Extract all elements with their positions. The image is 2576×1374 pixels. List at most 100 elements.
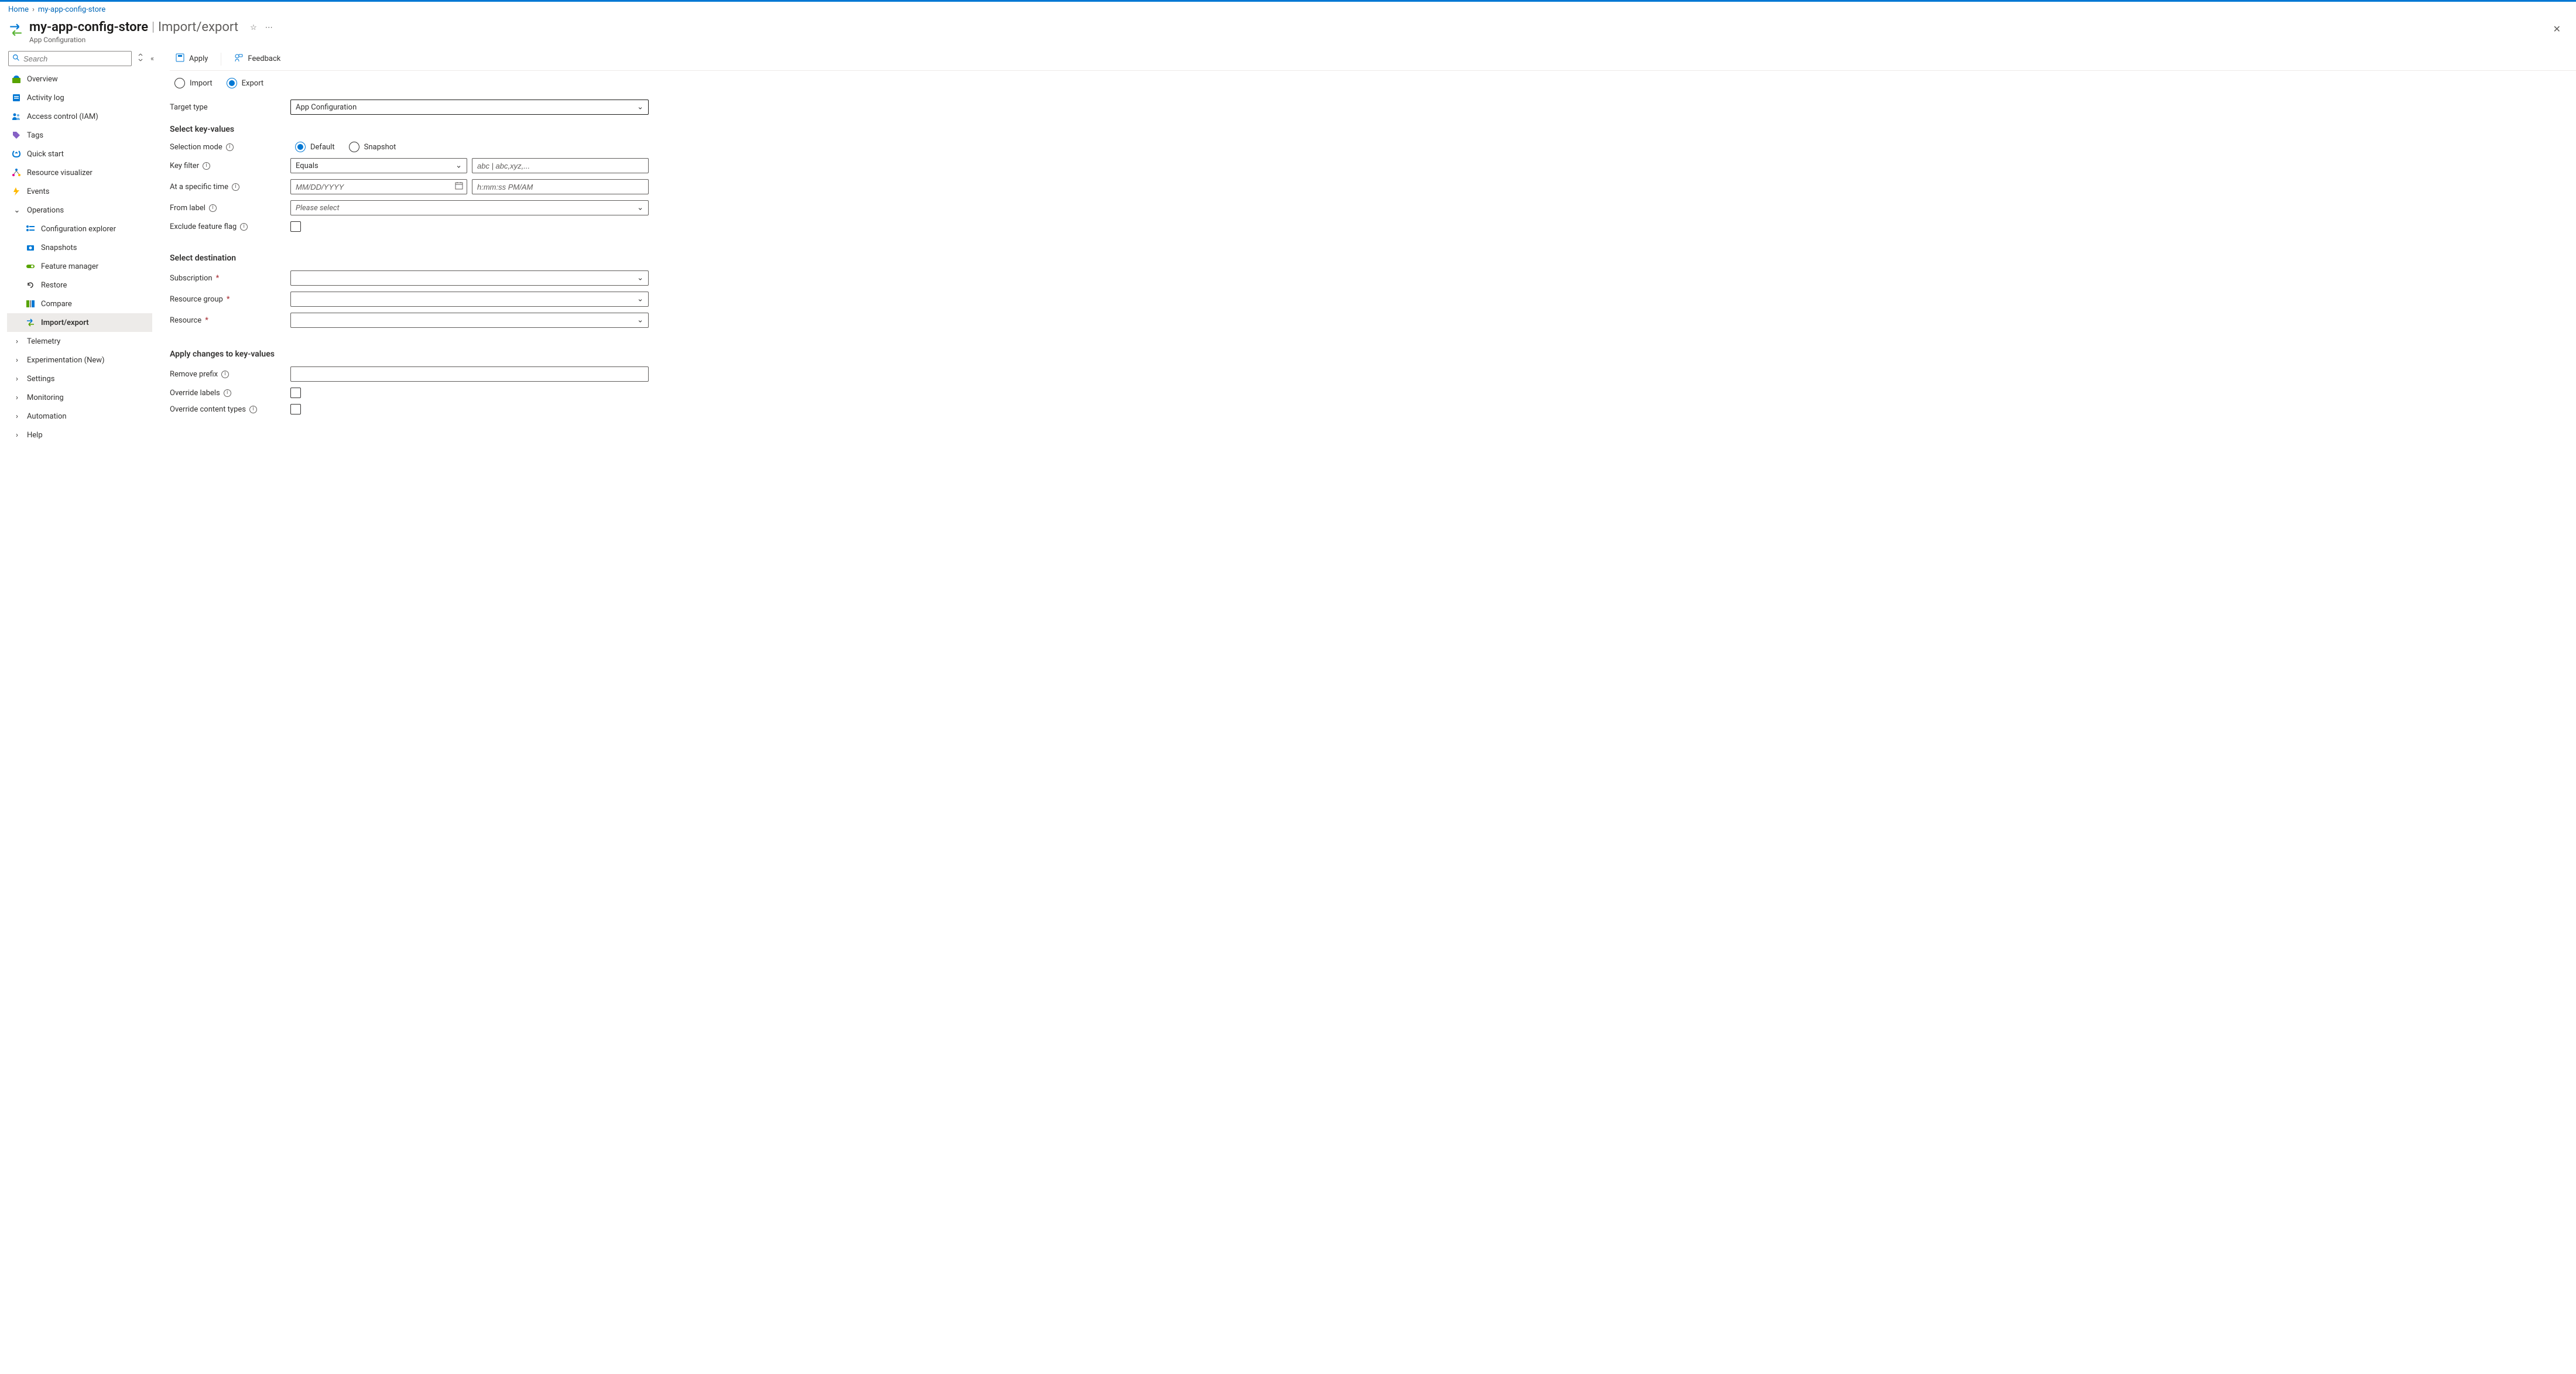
- selection-snapshot-label: Snapshot: [364, 143, 396, 152]
- info-icon[interactable]: i: [224, 389, 231, 397]
- override-ct-label: Override content typesi: [170, 405, 290, 414]
- info-icon[interactable]: i: [240, 223, 248, 231]
- favorite-star-icon[interactable]: ☆: [250, 23, 257, 32]
- override-labels-label: Override labelsi: [170, 389, 290, 398]
- more-actions-icon[interactable]: ⋯: [265, 23, 274, 32]
- nav-label: Settings: [27, 375, 148, 383]
- calendar-icon[interactable]: [455, 181, 463, 192]
- nav-overview[interactable]: Overview: [7, 70, 152, 88]
- nav-compare[interactable]: Compare: [7, 294, 152, 313]
- nav-telemetry[interactable]: › Telemetry: [7, 332, 152, 351]
- key-filter-input[interactable]: [472, 158, 649, 173]
- nav-import-export[interactable]: Import/export: [7, 313, 152, 332]
- nav-activity-log[interactable]: Activity log: [7, 88, 152, 107]
- resource-select[interactable]: ⌄: [290, 313, 649, 328]
- apply-button[interactable]: Apply: [173, 52, 210, 66]
- nav-settings[interactable]: › Settings: [7, 369, 152, 388]
- feedback-icon: [234, 53, 243, 64]
- exclude-ff-checkbox[interactable]: [290, 221, 301, 232]
- nav-label: Events: [27, 187, 148, 196]
- export-radio[interactable]: Export: [227, 78, 264, 88]
- time-text[interactable]: [477, 183, 632, 191]
- sidebar-search[interactable]: [8, 51, 132, 66]
- nav-iam[interactable]: Access control (IAM): [7, 107, 152, 126]
- import-export-toggle: Import Export: [170, 71, 2576, 97]
- info-icon[interactable]: i: [203, 162, 210, 170]
- import-label: Import: [190, 79, 213, 88]
- from-label-label: From labeli: [170, 204, 290, 213]
- remove-prefix-input[interactable]: [290, 366, 649, 382]
- nav-automation[interactable]: › Automation: [7, 407, 152, 426]
- chevron-right-icon: ›: [13, 412, 21, 421]
- subscription-select[interactable]: ⌄: [290, 270, 649, 286]
- date-text[interactable]: [296, 183, 450, 191]
- import-radio[interactable]: Import: [174, 78, 213, 88]
- nav-label: Experimentation (New): [27, 356, 148, 365]
- nav-label: Restore: [41, 281, 148, 290]
- info-icon[interactable]: i: [226, 143, 234, 151]
- resource-visualizer-icon: [12, 168, 21, 177]
- target-type-value: App Configuration: [296, 103, 357, 112]
- nav-restore[interactable]: Restore: [7, 276, 152, 294]
- chevron-right-icon: ›: [32, 5, 35, 14]
- nav-config-explorer[interactable]: Configuration explorer: [7, 220, 152, 238]
- breadcrumb-home[interactable]: Home: [8, 5, 29, 14]
- nav-tags[interactable]: Tags: [7, 126, 152, 145]
- remove-prefix-label: Remove prefixi: [170, 370, 290, 379]
- info-icon[interactable]: i: [232, 183, 239, 191]
- nav-events[interactable]: Events: [7, 182, 152, 201]
- nav-operations[interactable]: ⌄ Operations: [7, 201, 152, 220]
- apply-label: Apply: [189, 54, 208, 63]
- nav-label: Quick start: [27, 150, 148, 159]
- resource-label: Resource *: [170, 316, 290, 325]
- page-header: my-app-config-store | Import/export App …: [0, 18, 2576, 49]
- nav-label: Tags: [27, 131, 148, 140]
- remove-prefix-text[interactable]: [296, 370, 632, 379]
- key-filter-value: Equals: [296, 162, 318, 170]
- from-label-placeholder: Please select: [296, 204, 340, 213]
- breadcrumb: Home › my-app-config-store: [0, 2, 2576, 18]
- override-labels-checkbox[interactable]: [290, 388, 301, 398]
- close-button[interactable]: ✕: [2546, 20, 2568, 38]
- nav-label: Compare: [41, 300, 148, 309]
- target-type-select[interactable]: App Configuration ⌄: [290, 100, 649, 115]
- resource-group-select[interactable]: ⌄: [290, 292, 649, 307]
- info-icon[interactable]: i: [221, 371, 229, 378]
- date-input[interactable]: [290, 179, 467, 194]
- chevron-right-icon: ›: [13, 337, 21, 346]
- sidebar-search-input[interactable]: [23, 54, 128, 63]
- info-icon[interactable]: i: [209, 204, 217, 212]
- snapshots-icon: [26, 243, 35, 252]
- expand-collapse-icon[interactable]: [136, 52, 145, 65]
- nav-help[interactable]: › Help: [7, 426, 152, 444]
- nav-label: Activity log: [27, 94, 148, 102]
- nav-quick-start[interactable]: Quick start: [7, 145, 152, 163]
- from-label-select[interactable]: Please select ⌄: [290, 200, 649, 215]
- nav-resource-visualizer[interactable]: Resource visualizer: [7, 163, 152, 182]
- nav-snapshots[interactable]: Snapshots: [7, 238, 152, 257]
- selection-default-radio[interactable]: Default: [295, 142, 335, 152]
- info-icon[interactable]: i: [249, 406, 257, 413]
- chevron-down-icon: ⌄: [637, 274, 643, 283]
- key-filter-text[interactable]: [477, 162, 632, 170]
- selection-default-label: Default: [310, 143, 335, 152]
- nav-label: Telemetry: [27, 337, 148, 346]
- override-ct-checkbox[interactable]: [290, 404, 301, 414]
- time-input[interactable]: [472, 179, 649, 194]
- feedback-button[interactable]: Feedback: [232, 52, 283, 66]
- nav-experimentation[interactable]: › Experimentation (New): [7, 351, 152, 369]
- nav-label: Configuration explorer: [41, 225, 148, 234]
- chevron-down-icon: ⌄: [637, 204, 643, 213]
- nav-feature-manager[interactable]: Feature manager: [7, 257, 152, 276]
- nav-label: Automation: [27, 412, 148, 421]
- sidebar-nav: Overview Activity log Access control (IA…: [7, 70, 152, 444]
- main-content: Apply Feedback Import Export Target type: [152, 49, 2576, 444]
- iam-icon: [12, 112, 21, 121]
- nav-monitoring[interactable]: › Monitoring: [7, 388, 152, 407]
- selection-snapshot-radio[interactable]: Snapshot: [349, 142, 396, 152]
- page-title-name: my-app-config-store: [29, 20, 148, 35]
- key-filter-operator-select[interactable]: Equals ⌄: [290, 158, 467, 173]
- breadcrumb-resource[interactable]: my-app-config-store: [38, 5, 105, 14]
- target-type-label: Target type: [170, 103, 290, 112]
- radio-icon: [349, 142, 359, 152]
